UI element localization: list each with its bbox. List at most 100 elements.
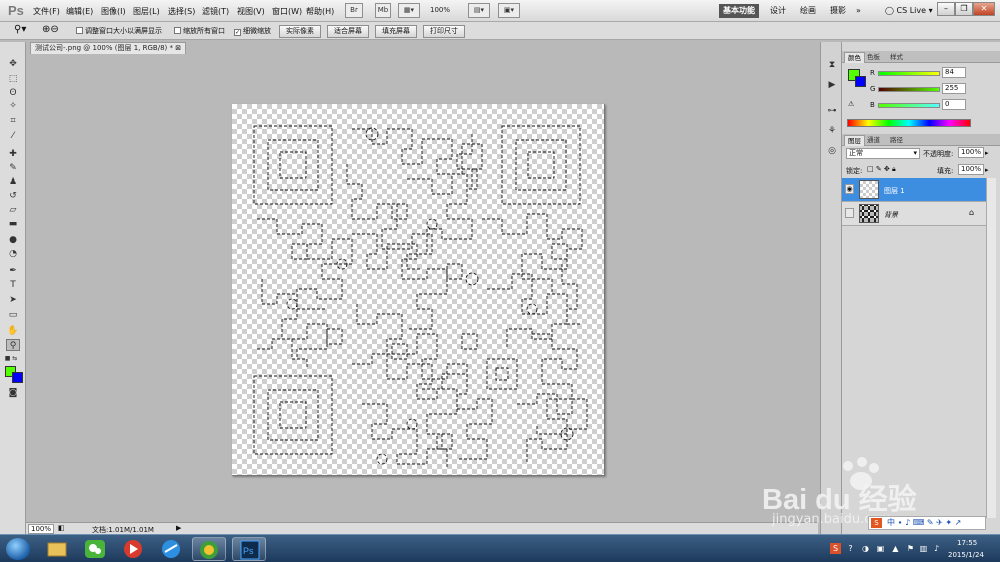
status-info-icon[interactable]: ◧ — [58, 524, 65, 532]
print-size-button[interactable]: 打印尺寸 — [423, 25, 465, 38]
volume-tray-icon[interactable]: ♪ — [931, 543, 942, 554]
view-extras-icon[interactable]: ▦▾ — [398, 3, 420, 18]
opacity-field[interactable]: 100% — [958, 147, 984, 158]
healing-brush-tool-icon[interactable]: ✚ — [6, 148, 20, 160]
adjustments-panel-icon[interactable]: ⊶ — [826, 106, 838, 117]
dodge-tool-icon[interactable]: ◔ — [6, 248, 20, 260]
shape-tool-icon[interactable]: ▭ — [6, 309, 20, 321]
start-button[interactable] — [6, 538, 30, 560]
resize-windows-checkbox[interactable]: 调整窗口大小以满屏显示 — [76, 26, 162, 36]
menu-view[interactable]: 视图(V) — [237, 6, 265, 17]
channel-g-slider[interactable] — [878, 87, 940, 92]
zoom-tool-icon[interactable]: ⚲ — [6, 339, 20, 351]
lasso-tool-icon[interactable]: ʘ — [6, 87, 20, 99]
show-hidden-icons-icon[interactable]: ▲ — [890, 543, 901, 554]
path-selection-tool-icon[interactable]: ➤ — [6, 294, 20, 306]
quick-selection-tool-icon[interactable]: ✧ — [6, 100, 20, 112]
tab-styles[interactable]: 样式 — [887, 52, 906, 63]
tab-channels[interactable]: 通道 — [864, 135, 883, 146]
workspace-essentials[interactable]: 基本功能 — [719, 4, 759, 18]
document-tab[interactable]: 测试公司-.png @ 100% (图层 1, RGB/8) * ⊠ — [30, 42, 187, 54]
tab-color[interactable]: 颜色 — [844, 52, 865, 63]
workspace-painting[interactable]: 绘画 — [796, 4, 820, 18]
color-spectrum-ramp[interactable] — [847, 119, 971, 127]
lock-options-icons[interactable]: □ ✎ ✥ 🔒︎ — [867, 165, 896, 174]
channel-b-value[interactable]: 0 — [942, 99, 966, 110]
fill-field[interactable]: 100% — [958, 164, 984, 175]
scrubby-zoom-checkbox[interactable]: ✓ 细微缩放 — [234, 26, 271, 36]
tab-paths[interactable]: 路径 — [887, 135, 906, 146]
document-canvas[interactable] — [232, 104, 605, 476]
screen-mode-icon[interactable]: ▣▾ — [498, 3, 520, 18]
security-tray-icon[interactable]: ◑ — [860, 543, 871, 554]
masks-panel-icon[interactable]: ⚘ — [826, 126, 838, 137]
move-tool-icon[interactable]: ✥ — [6, 58, 20, 70]
visibility-off-icon[interactable] — [845, 208, 854, 218]
menu-select[interactable]: 选择(S) — [168, 6, 195, 17]
bridge-icon[interactable]: Br — [345, 3, 363, 18]
workspace-design[interactable]: 设计 — [766, 4, 790, 18]
marquee-tool-icon[interactable]: ⬚ — [6, 73, 20, 85]
panel-background-swatch[interactable] — [855, 76, 866, 87]
more-workspaces-button[interactable]: » — [852, 4, 865, 18]
eye-icon[interactable]: ◉ — [845, 184, 854, 194]
layers-scrollbar[interactable] — [986, 178, 996, 518]
flag-tray-icon[interactable]: ⚑ — [905, 543, 916, 554]
ime-toolbar[interactable]: S 中 ∙ ♪ ⌨ ✎ ✈ ✦ ↗ — [868, 516, 986, 530]
taskbar-media-player[interactable] — [116, 537, 150, 561]
sogou-tray-icon[interactable]: S — [830, 543, 841, 554]
menu-window[interactable]: 窗口(W) — [272, 6, 302, 17]
taskbar-explorer[interactable] — [40, 537, 74, 561]
channel-r-slider[interactable] — [878, 71, 940, 76]
minimize-window-button[interactable]: – — [937, 2, 955, 16]
quick-mask-icon[interactable]: ◙ — [6, 387, 20, 399]
close-tab-icon[interactable]: ⊠ — [175, 44, 181, 52]
zoom-all-windows-checkbox[interactable]: 缩放所有窗口 — [174, 26, 225, 36]
tab-swatches[interactable]: 色板 — [864, 52, 883, 63]
close-window-button[interactable]: ✕ — [973, 2, 995, 16]
crop-tool-icon[interactable]: ⌗ — [6, 115, 20, 127]
zoom-level-select[interactable]: 100% — [430, 6, 450, 14]
taskbar-360-browser[interactable] — [192, 537, 226, 561]
layer-row-selected[interactable]: ◉ 图层 1 — [842, 178, 986, 202]
character-panel-icon[interactable]: ◎ — [826, 146, 838, 157]
fill-arrow-icon[interactable]: ▸ — [985, 166, 989, 174]
background-color-swatch[interactable] — [12, 372, 23, 383]
tab-layers[interactable]: 图层 — [844, 135, 865, 146]
menu-image[interactable]: 图像(I) — [101, 6, 126, 17]
eyedropper-tool-icon[interactable]: ⁄ — [6, 130, 20, 142]
opacity-arrow-icon[interactable]: ▸ — [985, 149, 989, 157]
clone-stamp-tool-icon[interactable]: ♟ — [6, 176, 20, 188]
arrange-documents-icon[interactable]: ▤▾ — [468, 3, 490, 18]
layer-row-background[interactable]: 背景 ⌂ — [842, 202, 986, 226]
taskbar-wechat[interactable] — [78, 537, 112, 561]
canvas-area[interactable] — [26, 54, 818, 522]
clock-time[interactable]: 17:55 — [957, 539, 977, 547]
fit-screen-button[interactable]: 适合屏幕 — [327, 25, 369, 38]
gradient-tool-icon[interactable]: ▬ — [6, 218, 20, 230]
history-panel-icon[interactable]: ⧗ — [826, 60, 838, 71]
cs-live-button[interactable]: ◯ CS Live ▾ — [885, 6, 933, 15]
history-brush-tool-icon[interactable]: ↺ — [6, 190, 20, 202]
status-menu-arrow-icon[interactable]: ▶ — [176, 524, 181, 532]
eraser-tool-icon[interactable]: ▱ — [6, 204, 20, 216]
actions-panel-icon[interactable]: ▶ — [826, 80, 838, 91]
type-tool-icon[interactable]: T — [6, 279, 20, 291]
channel-g-value[interactable]: 255 — [942, 83, 966, 94]
status-zoom-field[interactable]: 100% — [28, 524, 54, 534]
menu-filter[interactable]: 滤镜(T) — [202, 6, 229, 17]
taskbar-browser[interactable] — [154, 537, 188, 561]
gamut-warning-icon[interactable]: ⚠ — [848, 100, 854, 108]
actual-pixels-button[interactable]: 实际像素 — [279, 25, 321, 38]
app-tray-icon[interactable]: ▣ — [875, 543, 886, 554]
menu-layer[interactable]: 图层(L) — [133, 6, 160, 17]
restore-window-button[interactable]: ❐ — [955, 2, 973, 16]
taskbar-photoshop[interactable]: Ps — [232, 537, 266, 561]
network-tray-icon[interactable]: ▥ — [918, 543, 929, 554]
workspace-photography[interactable]: 摄影 — [826, 4, 850, 18]
menu-file[interactable]: 文件(F) — [33, 6, 60, 17]
blend-mode-select[interactable]: 正常 ▾ — [846, 148, 920, 159]
menu-help[interactable]: 帮助(H) — [306, 6, 334, 17]
channel-b-slider[interactable] — [878, 103, 940, 108]
mini-bridge-icon[interactable]: Mb — [375, 3, 391, 18]
